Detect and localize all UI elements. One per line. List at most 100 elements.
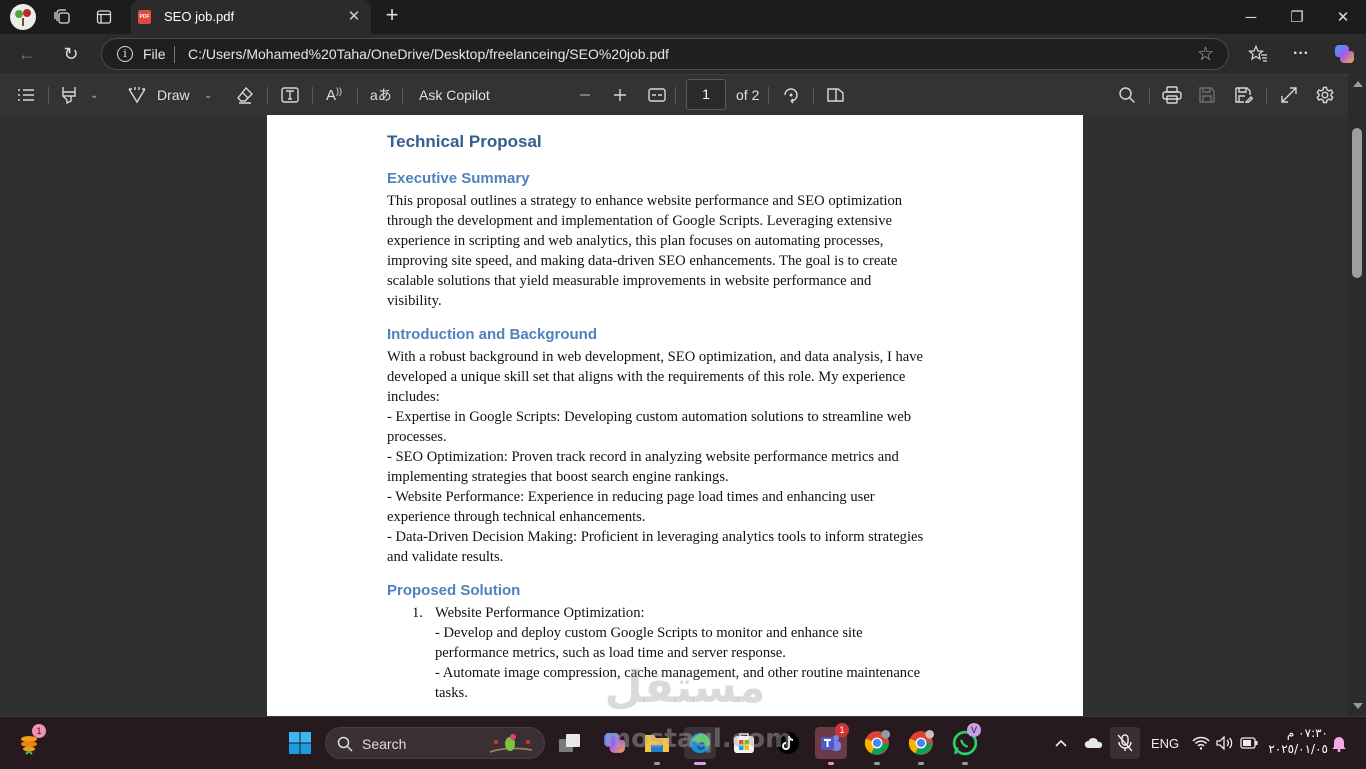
divider [357,87,358,104]
chrome-profile-2-icon[interactable] [905,727,937,765]
favorite-star-icon[interactable]: ☆ [1197,43,1214,66]
minimize-button[interactable]: ─ [1228,0,1274,34]
tiktok-icon[interactable] [772,727,804,759]
notifications-bell-icon[interactable] [1331,717,1347,769]
search-label: Search [362,736,407,752]
pdf-viewer[interactable]: Technical Proposal Executive Summary Thi… [0,115,1348,716]
wifi-icon[interactable] [1192,717,1210,769]
divider [174,46,175,63]
pdf-file-icon: PDF [138,10,151,24]
running-indicator [962,762,968,765]
chrome-profile-1-icon[interactable] [861,727,893,765]
draw-dropdown-chevron-icon[interactable]: ⌄ [204,75,212,115]
workspaces-icon[interactable] [50,5,74,29]
list-number: 1. [412,605,423,622]
document-title: Technical Proposal [387,132,542,151]
running-indicator [874,762,880,765]
pdf-page: Technical Proposal Executive Summary Thi… [267,115,1083,716]
onedrive-cloud-icon[interactable] [1084,717,1104,769]
active-indicator [694,762,706,765]
copilot-icon[interactable] [1331,42,1357,66]
address-input[interactable]: i File C:/Users/Mohamed%20Taha/OneDrive/… [101,38,1229,70]
fit-to-width-icon[interactable] [648,75,666,115]
print-icon[interactable] [1162,75,1182,115]
section-heading: Proposed Solution [387,582,521,600]
scroll-up-arrow-icon[interactable] [1353,81,1363,87]
tab-title: SEO job.pdf [164,9,235,24]
site-info-icon[interactable]: i [117,46,133,62]
section-heading: Introduction and Background [387,326,597,344]
running-indicator [918,762,924,765]
ask-copilot-button[interactable]: Ask Copilot [419,75,490,115]
profile-avatar[interactable] [10,4,36,30]
zoom-out-icon[interactable] [578,75,592,115]
page-view-icon[interactable] [827,75,845,115]
divider [1149,87,1150,104]
start-button[interactable] [284,727,316,759]
scroll-down-arrow-icon[interactable] [1353,703,1363,709]
read-aloud-icon[interactable]: A)) [326,75,342,115]
battery-icon[interactable] [1240,717,1258,769]
widgets-icon[interactable]: 1 [14,724,46,759]
favorites-icon[interactable] [1245,42,1271,66]
clock[interactable]: ٠٧:٣٠ م ٢٠٢٥/٠١/٠٥ [1268,725,1328,757]
save-icon[interactable] [1199,75,1215,115]
windows-taskbar: 1 Search 1 V ENG ٠٧:٣٠ م ٢٠٢٥/٠١/٠٥ [0,716,1366,768]
pdf-toolbar: ⌄ Draw ⌄ A)) aあ Ask Copilot 1 of 2 [0,74,1366,115]
microsoft-store-icon[interactable] [728,727,760,759]
text-box-icon[interactable] [281,75,299,115]
microphone-muted-icon[interactable] [1110,727,1140,759]
file-explorer-icon[interactable] [641,727,673,765]
widgets-badge: 1 [32,724,46,738]
more-options-button[interactable]: ··· [1288,42,1314,66]
fullscreen-icon[interactable] [1280,75,1298,115]
highlight-icon[interactable] [61,75,77,115]
vertical-tabs-icon[interactable] [92,5,116,29]
running-indicator [828,762,834,765]
divider [1266,87,1267,104]
address-bar-row: ← ↻ i File C:/Users/Mohamed%20Taha/OneDr… [0,34,1366,74]
vertical-scrollbar[interactable] [1348,74,1366,716]
divider [48,87,49,104]
edge-browser-icon[interactable] [684,727,716,765]
taskbar-search-input[interactable]: Search [325,727,545,759]
section-body: This proposal outlines a strategy to enh… [387,193,903,309]
rotate-icon[interactable] [782,75,800,115]
divider [813,87,814,104]
language-indicator[interactable]: ENG [1151,717,1179,769]
scrollbar-thumb[interactable] [1352,128,1362,278]
section-body: With a robust background in web developm… [387,349,924,565]
settings-gear-icon[interactable] [1316,75,1334,115]
tab-close-icon[interactable]: ✕ [344,7,364,25]
save-as-icon[interactable] [1235,75,1253,115]
browser-title-bar: PDF SEO job.pdf ✕ + ─ ❐ ✕ [0,0,1366,34]
tab-seo-job-pdf[interactable]: PDF SEO job.pdf ✕ [131,0,371,34]
draw-pen-icon[interactable] [128,75,146,115]
list-item-text: Website Performance Optimization: - Deve… [435,605,921,702]
url-text[interactable]: C:/Users/Mohamed%20Taha/OneDrive/Desktop… [188,46,669,62]
close-window-button[interactable]: ✕ [1320,0,1366,34]
contents-list-icon[interactable] [17,75,35,115]
translate-icon[interactable]: aあ [370,75,392,115]
eraser-icon[interactable] [236,75,254,115]
divider [402,87,403,104]
teams-badge: 1 [835,723,849,737]
restore-button[interactable]: ❐ [1274,0,1320,34]
divider [267,87,268,104]
volume-icon[interactable] [1216,717,1234,769]
new-tab-button[interactable]: + [380,2,404,27]
back-button[interactable]: ← [14,42,40,66]
document-content: Technical Proposal Executive Summary Thi… [387,131,967,704]
reload-button[interactable]: ↻ [58,42,84,66]
find-search-icon[interactable] [1118,75,1136,115]
show-hidden-icons-chevron-icon[interactable] [1054,717,1068,769]
search-highlight-bird-icon [489,734,533,753]
zoom-in-icon[interactable] [613,75,627,115]
whatsapp-icon[interactable]: V [949,723,981,765]
task-view-icon[interactable] [554,727,586,759]
highlight-dropdown-chevron-icon[interactable]: ⌄ [90,75,98,115]
teams-icon[interactable]: 1 [815,723,849,765]
page-number-input[interactable]: 1 [686,79,726,110]
copilot-taskbar-icon[interactable] [598,727,630,759]
draw-button[interactable]: Draw [157,75,190,115]
